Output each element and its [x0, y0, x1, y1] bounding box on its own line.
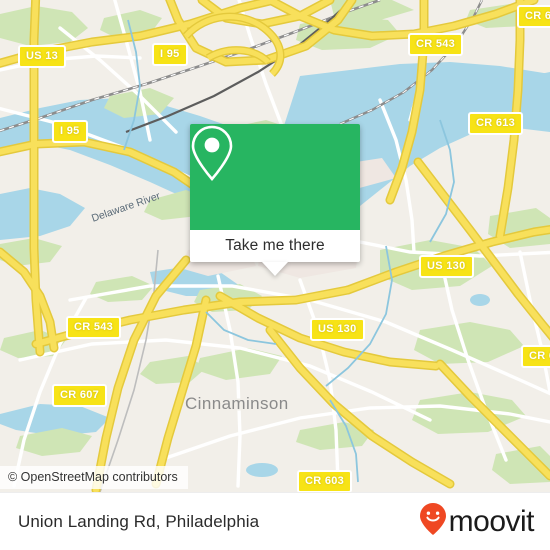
popup-footer[interactable]: Take me there	[190, 230, 360, 276]
road-shield-cr-62[interactable]: CR 62	[517, 5, 550, 28]
road-shield-cr-613[interactable]: CR 613	[468, 112, 524, 135]
moovit-pin-smile-icon	[419, 502, 447, 541]
location-title: Union Landing Rd, Philadelphia	[18, 511, 260, 531]
map-canvas[interactable]: Delaware River Cinnaminson US 13 I 95 I …	[0, 0, 550, 492]
road-shield-cr-543-north[interactable]: CR 543	[408, 33, 464, 56]
road-shield-i-95-west[interactable]: I 95	[52, 120, 88, 143]
place-label-cinnaminson: Cinnaminson	[185, 394, 289, 413]
road-shield-i-95-north[interactable]: I 95	[152, 43, 188, 66]
popup-header	[190, 124, 360, 230]
moovit-map-screen: Delaware River Cinnaminson US 13 I 95 I …	[0, 0, 550, 550]
road-shield-cr-543-south[interactable]: CR 543	[66, 316, 122, 339]
water-small-pond-b	[470, 294, 490, 306]
moovit-logo[interactable]: moovit	[419, 502, 535, 541]
water-small-pond-c	[246, 463, 278, 477]
water-small-pond-a	[338, 79, 366, 93]
road-shield-us-130-east[interactable]: US 130	[419, 255, 474, 278]
road-shield-cr-607[interactable]: CR 607	[52, 384, 108, 407]
road-shield-cr-6[interactable]: CR 6	[521, 345, 550, 368]
road-shield-us-13[interactable]: US 13	[18, 45, 67, 68]
popup-pointer-tail	[262, 262, 288, 276]
take-me-there-label: Take me there	[225, 237, 325, 254]
bottom-bar: Union Landing Rd, Philadelphia moovit	[0, 492, 550, 550]
road-shield-cr-603[interactable]: CR 603	[297, 470, 353, 492]
road-shield-us-130-west[interactable]: US 130	[310, 318, 365, 341]
moovit-wordmark: moovit	[448, 504, 535, 538]
map-attribution[interactable]: © OpenStreetMap contributors	[0, 466, 188, 489]
destination-popup[interactable]: Take me there	[190, 124, 360, 276]
